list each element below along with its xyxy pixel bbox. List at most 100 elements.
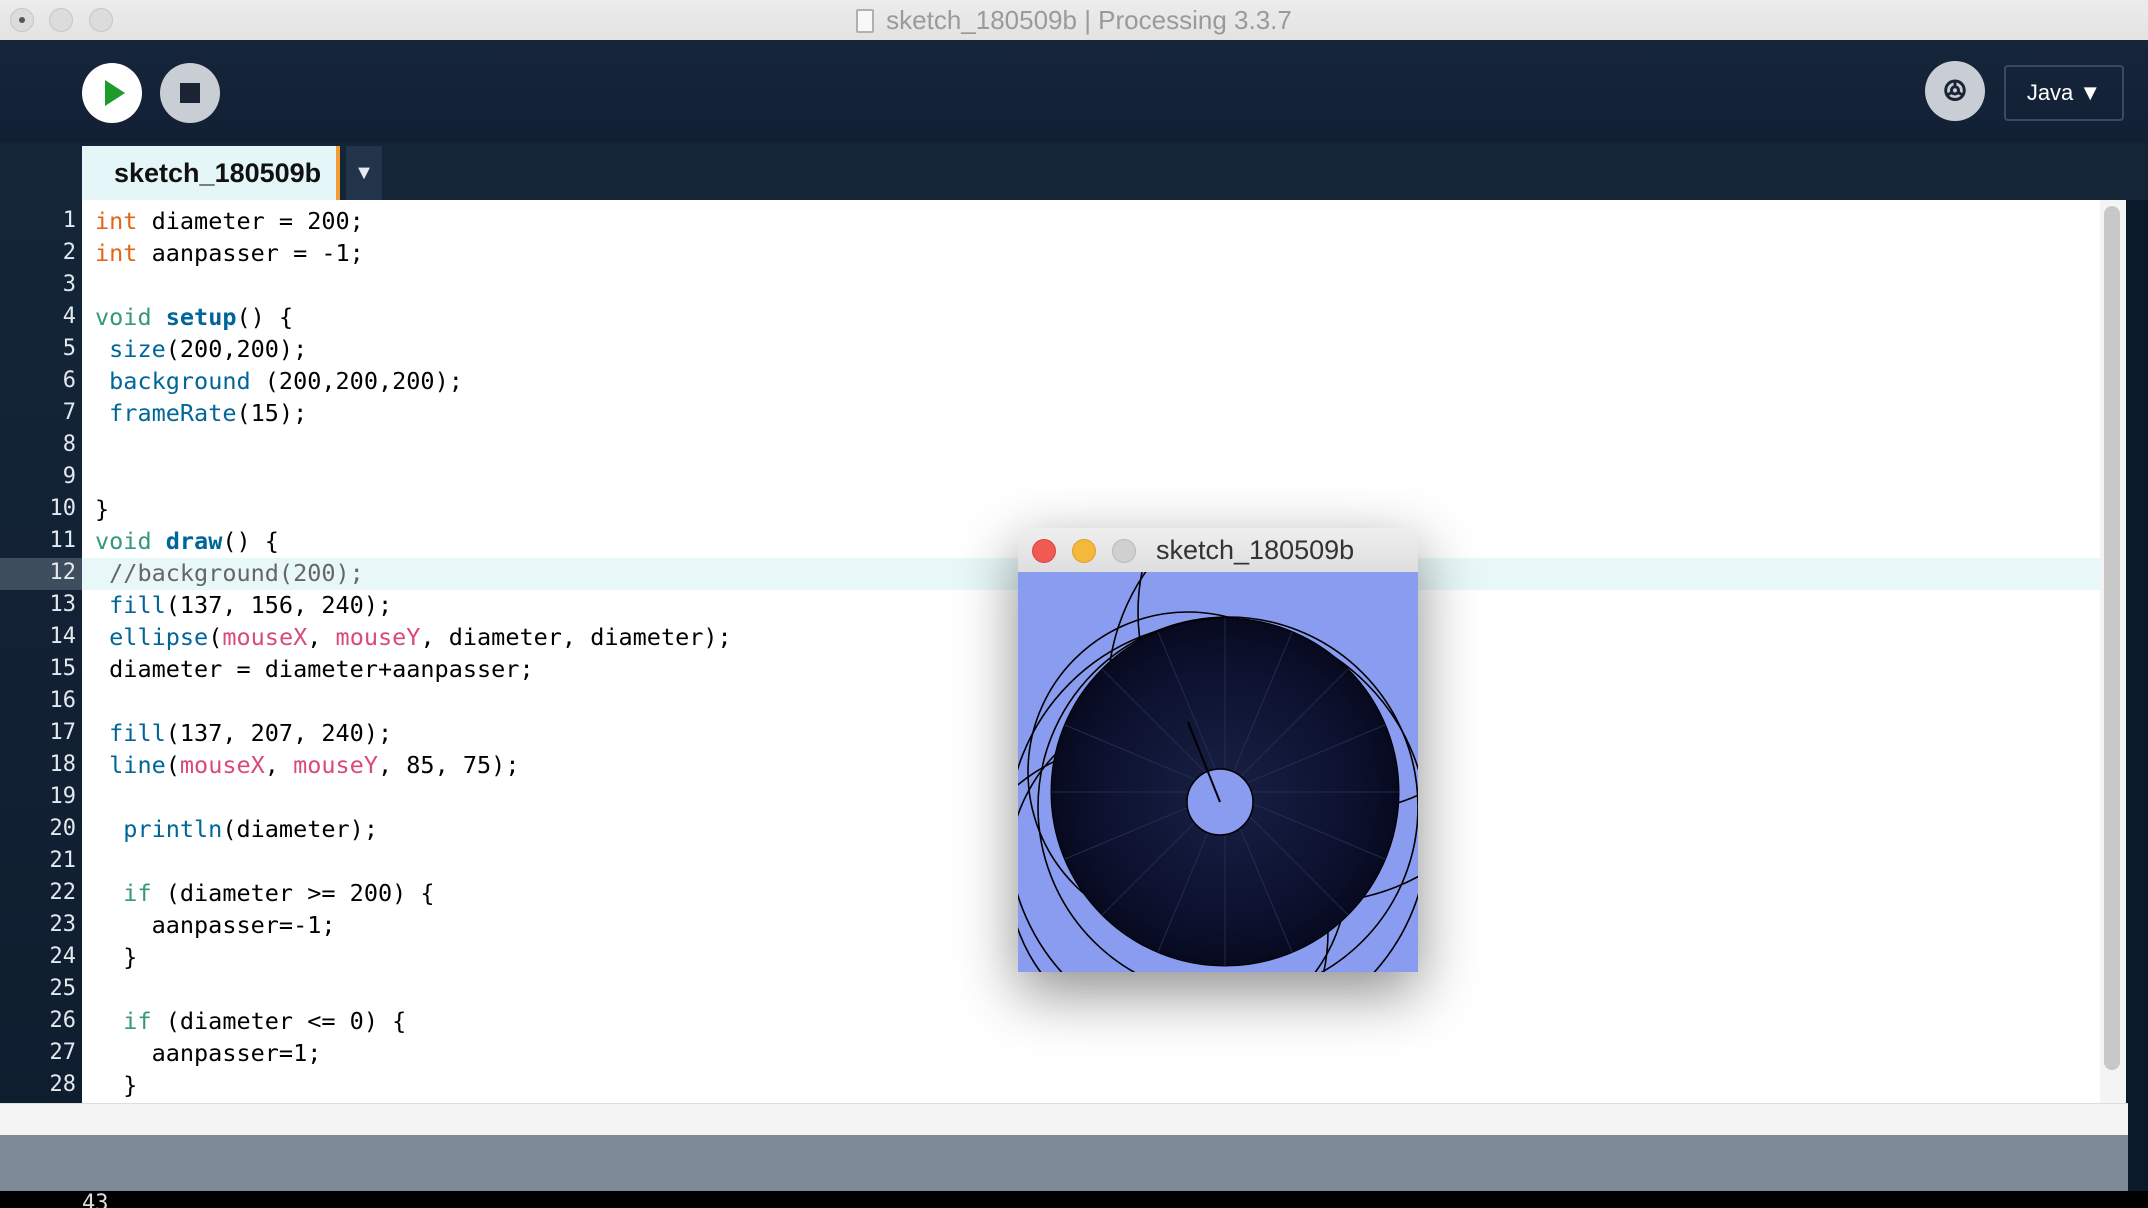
code-line[interactable]: if (diameter >= 200) { bbox=[95, 877, 435, 909]
sketch-minimize-button[interactable] bbox=[1072, 539, 1096, 563]
code-line[interactable]: println(diameter); bbox=[95, 813, 378, 845]
code-token: draw bbox=[165, 527, 223, 555]
line-number: 22 bbox=[49, 880, 77, 905]
code-token: aanpasser = -1; bbox=[137, 239, 364, 267]
code-line[interactable]: int aanpasser = -1; bbox=[95, 237, 364, 269]
code-token: void bbox=[95, 303, 152, 331]
code-line[interactable]: void setup() { bbox=[95, 301, 293, 333]
code-token: line bbox=[109, 751, 166, 779]
line-number: 10 bbox=[49, 496, 77, 521]
line-number: 17 bbox=[49, 720, 77, 745]
code-token: (diameter <= 0) { bbox=[151, 1007, 407, 1035]
code-token: diameter = 200; bbox=[137, 207, 364, 235]
code-token: fill bbox=[109, 591, 166, 619]
debugger-icon: ꔮ bbox=[1942, 73, 1968, 109]
sketch-window-title: sketch_180509b bbox=[1156, 535, 1355, 565]
sketch-titlebar: sketch_180509b bbox=[1018, 528, 1418, 573]
code-token: aanpasser=-1; bbox=[95, 911, 336, 939]
code-line[interactable]: size(200,200); bbox=[95, 333, 307, 365]
code-token: , 85, 75); bbox=[377, 751, 520, 779]
code-token: if bbox=[123, 879, 152, 907]
code-line[interactable]: aanpasser=-1; bbox=[95, 909, 336, 941]
line-number: 5 bbox=[62, 336, 76, 361]
code-token: () { bbox=[236, 303, 294, 331]
horizontal-scrollbar[interactable] bbox=[0, 1103, 2128, 1136]
code-line[interactable]: fill(137, 207, 240); bbox=[95, 717, 392, 749]
sketch-canvas[interactable] bbox=[1018, 572, 1418, 972]
mode-selector[interactable]: Java ▼ bbox=[2004, 65, 2124, 121]
line-number: 23 bbox=[49, 912, 77, 937]
code-line[interactable]: background (200,200,200); bbox=[95, 365, 463, 397]
code-token: int bbox=[95, 207, 138, 235]
code-token: void bbox=[95, 527, 152, 555]
sketch-close-button[interactable] bbox=[1032, 539, 1056, 563]
window-title: sketch_180509b | Processing 3.3.7 bbox=[886, 5, 1292, 35]
tab-bar: sketch_180509b ▼ bbox=[0, 143, 2148, 200]
tab-sketch[interactable]: sketch_180509b bbox=[82, 146, 340, 200]
window-title-wrap: sketch_180509b | Processing 3.3.7 bbox=[0, 0, 2148, 40]
code-line[interactable]: } bbox=[95, 1069, 137, 1101]
code-line[interactable]: int diameter = 200; bbox=[95, 205, 364, 237]
code-token: (diameter >= 200) { bbox=[151, 879, 435, 907]
code-token: (137, 156, 240); bbox=[165, 591, 393, 619]
code-token: (200,200,200); bbox=[250, 367, 463, 395]
debugger-button[interactable]: ꔮ bbox=[1925, 61, 1985, 121]
sketch-window[interactable]: sketch_180509b bbox=[1018, 528, 1418, 972]
code-token: mouseY bbox=[293, 751, 378, 779]
window-edge bbox=[2128, 1103, 2148, 1191]
code-line[interactable]: void draw() { bbox=[95, 525, 279, 557]
code-line[interactable]: if (diameter <= 0) { bbox=[95, 1005, 406, 1037]
code-line[interactable]: ellipse(mouseX, mouseY, diameter, diamet… bbox=[95, 621, 732, 653]
line-number: 18 bbox=[49, 752, 77, 777]
code-token: } bbox=[95, 1071, 138, 1099]
code-token: //background(200); bbox=[95, 559, 364, 587]
line-number: 8 bbox=[62, 432, 76, 457]
console-output-line: 43 bbox=[82, 1191, 109, 1208]
run-button[interactable] bbox=[82, 63, 142, 123]
sketch-zoom-button[interactable] bbox=[1112, 539, 1136, 563]
code-token: ellipse bbox=[109, 623, 209, 651]
stop-button[interactable] bbox=[160, 63, 220, 123]
line-number: 27 bbox=[49, 1040, 77, 1065]
code-token: mouseY bbox=[335, 623, 421, 651]
line-number: 24 bbox=[49, 944, 77, 969]
code-line[interactable]: frameRate(15); bbox=[95, 397, 307, 429]
code-token: size bbox=[109, 335, 166, 363]
code-token: (137, 207, 240); bbox=[165, 719, 393, 747]
line-number: 11 bbox=[49, 528, 77, 553]
code-token: background bbox=[109, 367, 251, 395]
line-number: 7 bbox=[62, 400, 76, 425]
code-token: (15); bbox=[236, 399, 308, 427]
code-token: setup bbox=[165, 303, 237, 331]
line-number: 3 bbox=[62, 272, 76, 297]
line-number: 15 bbox=[49, 656, 77, 681]
code-line[interactable]: diameter = diameter+aanpasser; bbox=[95, 653, 534, 685]
code-token: aanpasser=1; bbox=[95, 1039, 322, 1067]
code-token: mouseX bbox=[222, 623, 308, 651]
code-line[interactable]: } bbox=[95, 941, 137, 973]
console-area: 43 bbox=[0, 1191, 2148, 1208]
line-number: 16 bbox=[49, 688, 77, 713]
code-token: } bbox=[95, 943, 138, 971]
scrollbar-thumb[interactable] bbox=[2104, 206, 2120, 1070]
code-line[interactable]: line(mouseX, mouseY, 85, 75); bbox=[95, 749, 519, 781]
line-number: 25 bbox=[49, 976, 77, 1001]
code-token: fill bbox=[109, 719, 166, 747]
code-token: (200,200); bbox=[165, 335, 308, 363]
code-line[interactable]: } bbox=[95, 493, 109, 525]
code-token: diameter = diameter+aanpasser; bbox=[95, 655, 534, 683]
code-line[interactable]: fill(137, 156, 240); bbox=[95, 589, 392, 621]
line-number: 12 bbox=[49, 560, 77, 585]
window-titlebar: sketch_180509b | Processing 3.3.7 bbox=[0, 0, 2148, 41]
code-line[interactable]: aanpasser=1; bbox=[95, 1037, 322, 1069]
tab-menu-button[interactable]: ▼ bbox=[346, 146, 382, 200]
code-line[interactable]: //background(200); bbox=[95, 557, 364, 589]
